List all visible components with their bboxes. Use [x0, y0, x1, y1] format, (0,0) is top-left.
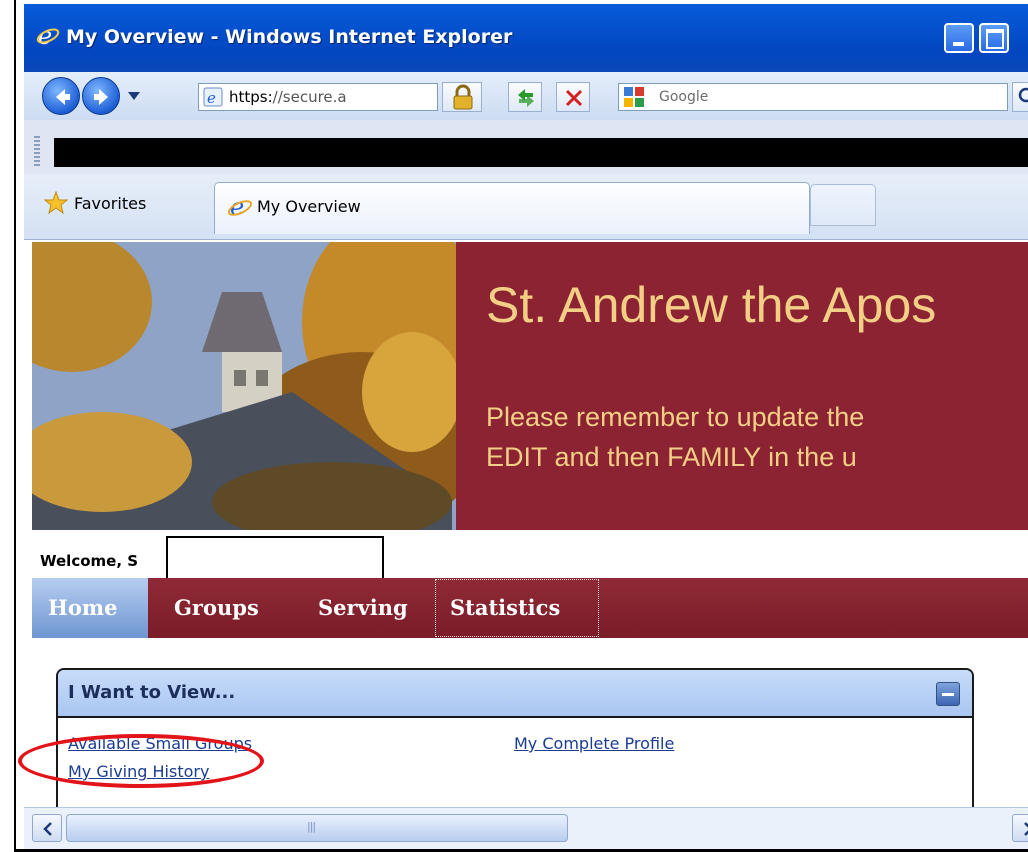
- recent-pages-dropdown[interactable]: [128, 92, 140, 100]
- search-placeholder: Google: [659, 89, 709, 105]
- stop-icon: [565, 89, 583, 107]
- ie-page-icon: e: [227, 193, 253, 219]
- redacted-name: [166, 536, 384, 580]
- url-input[interactable]: e https://secure.a: [198, 83, 438, 111]
- nav-serving[interactable]: Serving: [302, 578, 424, 638]
- tab-bar: Favorites e My Overview: [24, 174, 1028, 240]
- links-toolbar: [24, 120, 1028, 174]
- search-icon: [1018, 87, 1028, 103]
- lock-icon: [453, 84, 473, 110]
- back-arrow-icon: [56, 89, 70, 105]
- scroll-right-button[interactable]: [1012, 814, 1028, 842]
- nav-home[interactable]: Home: [32, 578, 148, 638]
- panel-title: I Want to View...: [68, 682, 236, 703]
- svg-text:e: e: [207, 89, 216, 107]
- minimize-button[interactable]: [944, 23, 974, 53]
- new-tab-button[interactable]: [810, 184, 876, 226]
- site-banner: St. Andrew the Apos Please remember to u…: [32, 242, 1028, 530]
- main-nav: Home Groups Serving Statistics: [32, 578, 1028, 638]
- favorites-button[interactable]: Favorites: [44, 188, 146, 218]
- toolbar-grip[interactable]: [34, 136, 40, 166]
- link-my-complete-profile[interactable]: My Complete Profile: [514, 734, 674, 753]
- scroll-left-button[interactable]: [32, 814, 62, 842]
- collapse-icon[interactable]: [936, 682, 960, 706]
- back-button[interactable]: [42, 77, 80, 115]
- browser-window: e My Overview - Windows Internet Explore…: [24, 4, 1028, 849]
- address-bar: e https://secure.a Google: [24, 72, 1028, 120]
- welcome-text: Welcome, S: [40, 552, 139, 570]
- stop-button[interactable]: [556, 82, 590, 112]
- highlight-circle: [18, 734, 264, 788]
- chevron-left-icon: [43, 822, 52, 836]
- redacted-toolbar: [54, 138, 1028, 167]
- parish-name-heading: St. Andrew the Apos: [486, 277, 937, 333]
- favorites-label: Favorites: [74, 193, 147, 213]
- welcome-row: Welcome, S: [32, 530, 1028, 580]
- google-icon: [624, 87, 644, 107]
- church-photo: [32, 242, 456, 530]
- nav-groups[interactable]: Groups: [158, 578, 275, 638]
- maximize-button[interactable]: [979, 23, 1009, 53]
- screenshot-border-left: [14, 0, 16, 852]
- search-button[interactable]: [1012, 82, 1028, 112]
- tab-label: My Overview: [257, 197, 361, 216]
- scrollbar-thumb[interactable]: [66, 814, 568, 842]
- title-bar: e My Overview - Windows Internet Explore…: [24, 4, 1028, 72]
- tab-my-overview[interactable]: e My Overview: [214, 182, 810, 234]
- window-title: My Overview - Windows Internet Explorer: [66, 26, 513, 48]
- refresh-icon: [518, 89, 534, 107]
- search-input[interactable]: Google: [618, 83, 1008, 111]
- security-lock-button[interactable]: [442, 82, 482, 112]
- forward-button[interactable]: [82, 77, 120, 115]
- favorites-star-icon: [44, 191, 68, 215]
- url-text: https://secure.a: [229, 88, 347, 106]
- ie-logo-icon: e: [36, 22, 60, 48]
- nav-statistics[interactable]: Statistics: [434, 578, 600, 638]
- banner-text-area: St. Andrew the Apos Please remember to u…: [456, 242, 1028, 530]
- banner-message-line1: Please remember to update the: [486, 402, 865, 432]
- horizontal-scrollbar[interactable]: [24, 807, 1028, 849]
- refresh-button[interactable]: [508, 82, 542, 112]
- chevron-right-icon: [1024, 822, 1028, 836]
- page-content: St. Andrew the Apos Please remember to u…: [24, 240, 1028, 807]
- panel-header: I Want to View...: [58, 670, 972, 718]
- forward-arrow-icon: [94, 89, 108, 105]
- banner-message-line2: EDIT and then FAMILY in the u: [486, 442, 857, 472]
- page-icon: e: [203, 87, 223, 107]
